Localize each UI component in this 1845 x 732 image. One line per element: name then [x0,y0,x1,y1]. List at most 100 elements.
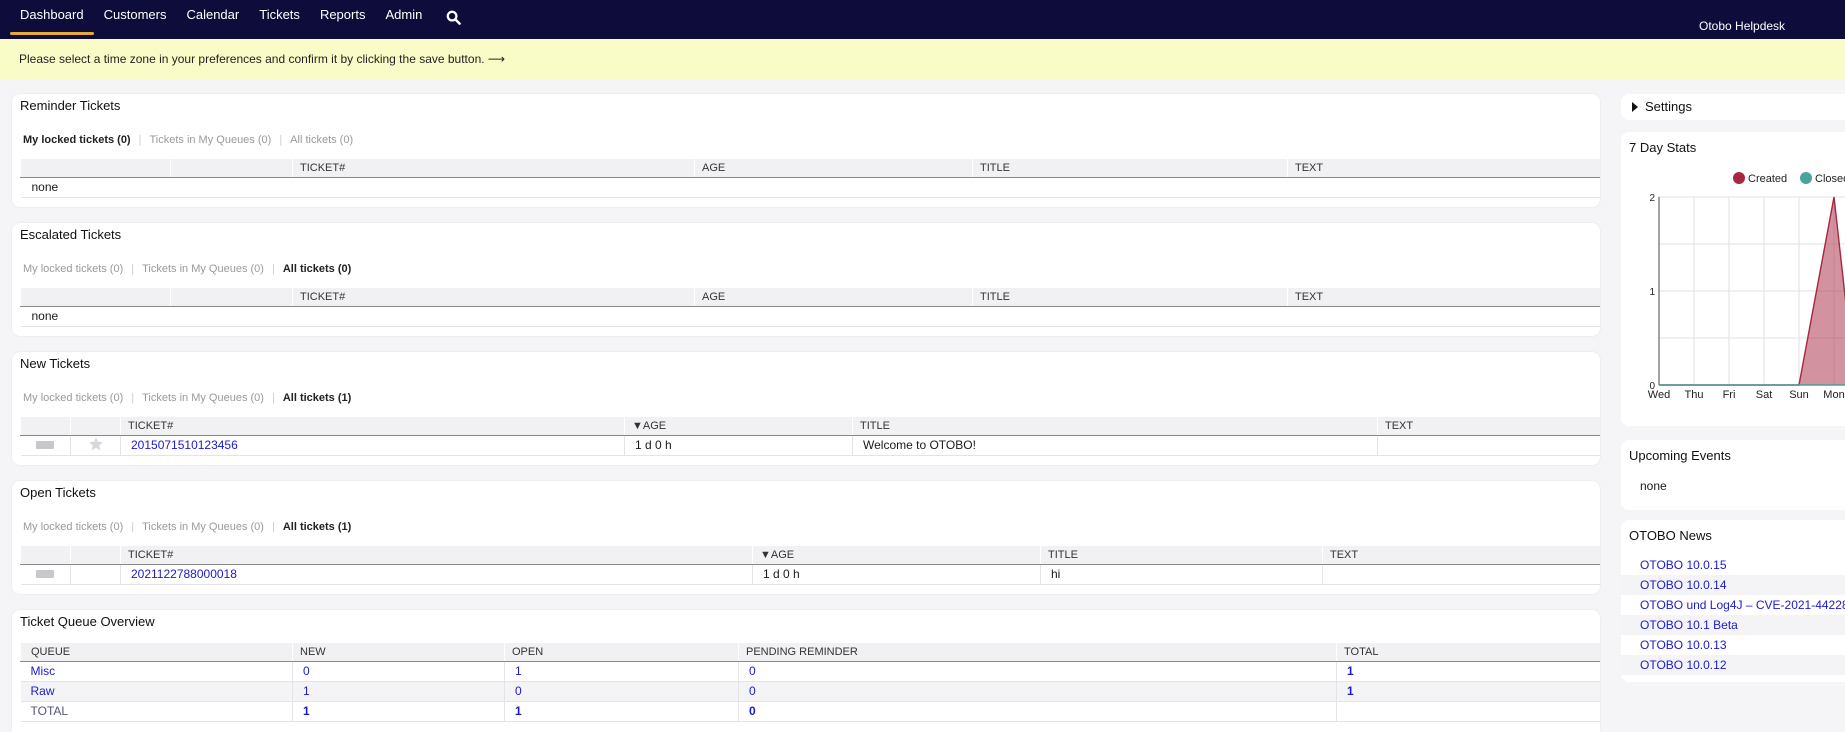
ticket-text [1377,435,1600,456]
filter-my-locked[interactable]: My locked tickets (0) [23,263,123,275]
ticket-number-cell: 2015071510123456 [120,435,625,456]
table-row[interactable]: 2015071510123456 1 d 0 h Welcome to OTOB… [20,435,1600,456]
timezone-notice-link[interactable]: Please select a time zone in your prefer… [19,52,505,66]
column-header-text[interactable]: TEXT [1287,288,1600,307]
queue-total-link[interactable]: 1 [1347,684,1354,698]
x-tick-label: Sat [1756,389,1773,401]
queue-open-link[interactable]: 1 [515,664,522,678]
column-header-age[interactable]: AGE [694,159,973,178]
widget-title: Escalated Tickets [20,227,122,242]
column-header-title[interactable]: TITLE [972,159,1288,178]
news-item-link[interactable]: OTOBO 10.0.12 [1621,655,1845,675]
news-item-link[interactable]: OTOBO 10.0.15 [1621,555,1845,575]
table-row: Raw 1 0 0 1 [20,681,1600,702]
stats-title: 7 Day Stats [1629,140,1697,155]
queue-pending-cell: 0 [738,681,1337,702]
queue-link[interactable]: Misc [31,664,56,678]
ticket-age: 1 d 0 h [752,564,1041,585]
column-header-title[interactable]: TITLE [852,417,1378,436]
ticket-text [1322,564,1600,585]
filter-separator: | [271,263,275,275]
queue-total-link[interactable]: 1 [1347,664,1354,678]
queue-new-link[interactable]: 1 [303,684,310,698]
filter-my-queues[interactable]: Tickets in My Queues (0) [149,134,271,146]
x-tick-label: Thu [1685,389,1704,401]
reminder-tickets-widget: Reminder Tickets My locked tickets (0) | … [12,94,1600,207]
total-pending-link[interactable]: 0 [749,704,756,718]
nav-admin[interactable]: Admin [375,0,432,34]
queue-new-cell: 0 [292,661,505,682]
new-tickets-table: TICKET# ▼AGE TITLE TEXT 2015071510123456… [20,417,1600,456]
filter-separator: | [271,392,275,404]
column-header-text[interactable]: TEXT [1377,417,1600,436]
column-header-title[interactable]: TITLE [1040,546,1323,565]
column-header-age[interactable]: AGE [694,288,973,307]
total-open-link[interactable]: 1 [515,704,522,718]
queue-total-cell: 1 [1336,661,1600,682]
filter-all[interactable]: All tickets (0) [283,263,351,275]
status-bar-icon [36,441,55,449]
settings-widget[interactable]: Settings [1621,94,1845,120]
star-icon[interactable] [88,436,104,452]
queue-open-cell: 1 [504,701,739,722]
column-header-text[interactable]: TEXT [1287,159,1600,178]
new-tickets-widget: New Tickets My locked tickets (0) | Ticke… [12,352,1600,465]
queue-link[interactable]: Raw [31,684,55,698]
filter-separator: | [271,521,275,533]
news-item-link[interactable]: OTOBO 10.1 Beta [1621,615,1845,635]
ticket-number-link[interactable]: 2021122788000018 [131,567,237,581]
table-row[interactable]: 2021122788000018 1 d 0 h hi [20,564,1600,585]
column-header-text[interactable]: TEXT [1322,546,1600,565]
nav-customers[interactable]: Customers [94,0,177,34]
total-new-link[interactable]: 1 [303,704,310,718]
news-item-link[interactable]: OTOBO und Log4J – CVE-2021-44228 [1621,595,1845,615]
nav-dashboard[interactable]: Dashboard [10,0,94,35]
column-header-age[interactable]: ▼AGE [752,546,1041,565]
column-header-new: NEW [292,643,505,662]
news-item-link[interactable]: OTOBO 10.0.13 [1621,635,1845,655]
queue-pending-cell: 0 [738,701,1337,722]
queue-open-link[interactable]: 0 [515,684,522,698]
column-header [20,546,71,565]
column-header-ticket[interactable]: TICKET# [120,417,625,436]
filter-my-queues[interactable]: Tickets in My Queues (0) [142,392,264,404]
widget-title: New Tickets [20,356,91,371]
column-header-title[interactable]: TITLE [972,288,1288,307]
table-row: none [20,177,1600,198]
nav-reports[interactable]: Reports [310,0,376,34]
top-navigation-bar: Dashboard Customers Calendar Tickets Rep… [0,0,1845,39]
column-header-ticket[interactable]: TICKET# [120,546,753,565]
ticket-number-cell: 2021122788000018 [120,564,753,585]
ticket-status [20,435,71,456]
filter-all[interactable]: All tickets (0) [290,134,353,146]
filter-my-locked[interactable]: My locked tickets (0) [23,392,123,404]
column-header-age[interactable]: ▼AGE [624,417,853,436]
x-tick-label: Wed [1648,389,1670,401]
filter-all[interactable]: All tickets (1) [283,392,351,404]
escalated-tickets-widget: Escalated Tickets My locked tickets (0) |… [12,223,1600,336]
filter-my-queues[interactable]: Tickets in My Queues (0) [142,521,264,533]
nav-tickets[interactable]: Tickets [249,0,310,34]
filter-my-queues[interactable]: Tickets in My Queues (0) [142,263,264,275]
x-tick-label: Mon [1823,389,1844,401]
filter-all[interactable]: All tickets (1) [283,521,351,533]
column-header-ticket[interactable]: TICKET# [292,288,695,307]
news-item-link[interactable]: OTOBO 10.0.14 [1621,575,1845,595]
queue-pending-link[interactable]: 0 [749,664,756,678]
system-name: Otobo Helpdesk [1699,19,1786,33]
table-row: none [20,306,1600,327]
search-icon[interactable] [436,0,470,34]
filter-my-locked[interactable]: My locked tickets (0) [23,521,123,533]
nav-calendar[interactable]: Calendar [176,0,249,34]
filter-my-locked[interactable]: My locked tickets (0) [23,134,131,146]
queue-pending-link[interactable]: 0 [749,684,756,698]
ticket-filters: My locked tickets (0) | Tickets in My Que… [23,134,353,146]
queue-overview-table: QUEUE NEW OPEN PENDING REMINDER TOTAL Mi… [20,643,1600,722]
ticket-number-link[interactable]: 2015071510123456 [131,438,238,452]
ticket-age: 1 d 0 h [624,435,853,456]
filter-separator: | [131,521,135,533]
queue-new-link[interactable]: 0 [303,664,310,678]
column-header [20,288,171,307]
column-header-ticket[interactable]: TICKET# [292,159,695,178]
news-title: OTOBO News [1629,528,1712,543]
